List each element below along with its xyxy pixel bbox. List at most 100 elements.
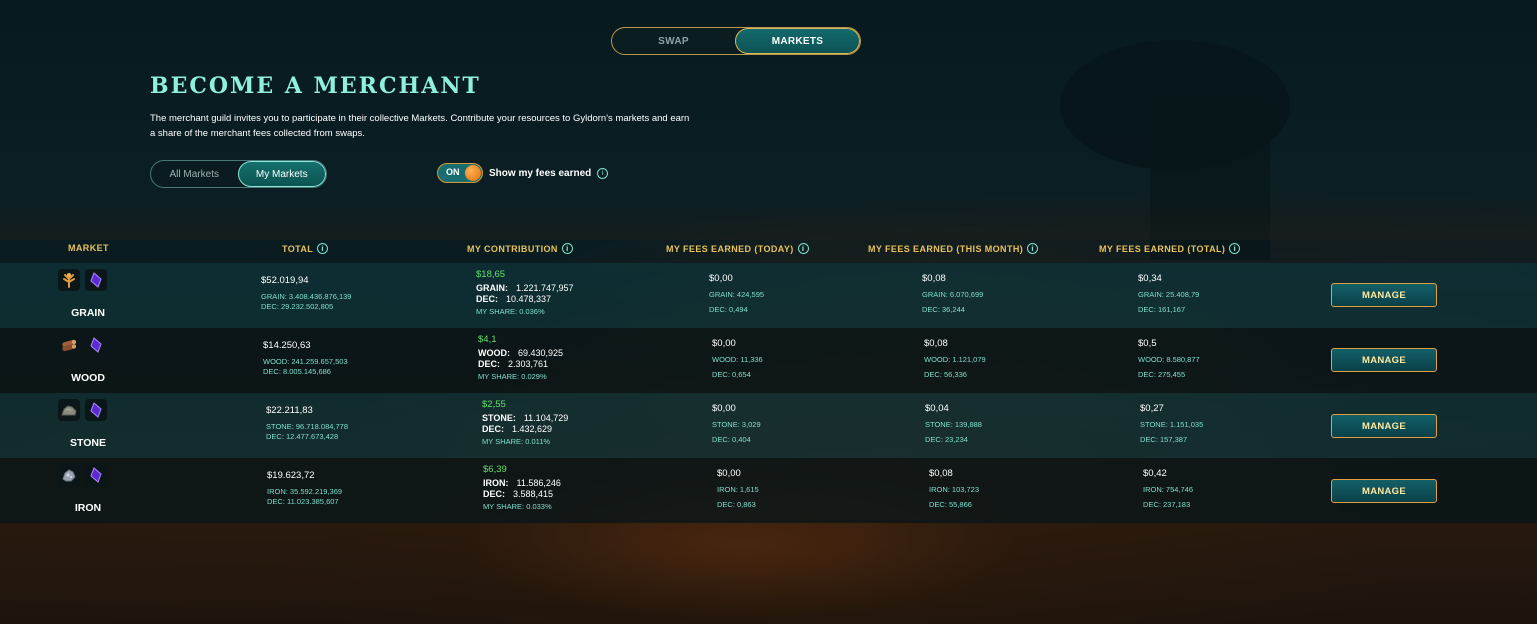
market-name: WOOD (71, 372, 105, 384)
fees-today-dec: DEC: 0,863 (717, 500, 756, 509)
manage-button[interactable]: MANAGE (1331, 283, 1437, 307)
info-icon[interactable]: i (797, 243, 809, 254)
contribution-usd: $18,65 (476, 269, 506, 280)
fees-total-cell: $0,34 GRAIN: 25.408,79 DEC: 161,167 (1138, 273, 1199, 315)
tab-swap[interactable]: SWAP (612, 28, 735, 54)
my-share: MY SHARE: 0.033% (483, 502, 552, 511)
table-header: MARKET TOTAL i MY CONTRIBUTION i MY FEES E… (0, 240, 1537, 258)
fees-today-dec: DEC: 0,654 (712, 370, 751, 379)
contribution-cell: $18,65 GRAIN: 1.221.747,957 DEC: 10.478,33… (476, 269, 574, 317)
contribution-cell: $6,39 IRON: 11.586,246 DEC: 3.588,415 MY S… (483, 464, 561, 512)
market-row-wood: WOOD $14.250,63 WOOD: 241.259.657,503 DE… (0, 328, 1537, 393)
total-usd: $19.623,72 (267, 470, 315, 481)
fees-month-cell: $0,08 WOOD: 1.121,079 DEC: 56,336 (924, 338, 986, 380)
manage-button[interactable]: MANAGE (1331, 479, 1437, 503)
total-cell: $22.211,83 STONE: 96.718.084,778 DEC: 12… (266, 405, 348, 442)
contribution-cell: $4,1 WOOD: 69.430,925 DEC: 2.303,761 MY SH… (478, 334, 563, 382)
fees-total-usd: $0,42 (1143, 468, 1167, 479)
market-icons (58, 464, 107, 486)
column-fees-total-label: MY FEES EARNED (TOTAL) (1099, 243, 1226, 254)
fees-today-cell: $0,00 IRON: 1,615 DEC: 0,863 (717, 468, 759, 510)
info-icon[interactable]: i (1229, 243, 1241, 254)
fees-month-cell: $0,08 GRAIN: 6.070,699 DEC: 36,244 (922, 273, 983, 315)
grain-icon (58, 269, 80, 291)
show-fees-toggle[interactable]: ON (437, 163, 483, 183)
contribution-usd: $4,1 (478, 334, 497, 345)
fees-total-cell: $0,27 STONE: 1.151,035 DEC: 157,387 (1140, 403, 1203, 445)
fees-total-resource: GRAIN: 25.408,79 (1138, 290, 1200, 299)
stone-icon (58, 399, 80, 421)
fees-month-cell: $0,04 STONE: 139,888 DEC: 23,234 (925, 403, 982, 445)
column-contribution-label: MY CONTRIBUTION (467, 243, 558, 254)
fees-total-cell: $0,42 IRON: 754,746 DEC: 237,183 (1143, 468, 1193, 510)
fees-total-cell: $0,5 WOOD: 8.580,877 DEC: 275,455 (1138, 338, 1200, 380)
info-icon[interactable]: i (561, 243, 573, 254)
fees-total-dec: DEC: 157,387 (1140, 435, 1188, 444)
info-icon[interactable]: i (317, 243, 329, 254)
contribution-dec-value: 2.303,761 (508, 359, 549, 369)
column-fees-month-label: MY FEES EARNED (THIS MONTH) (868, 243, 1024, 254)
fees-total-resource: IRON: 754,746 (1143, 485, 1194, 494)
fees-today-cell: $0,00 WOOD: 11,336 DEC: 0,654 (712, 338, 763, 380)
fees-today-usd: $0,00 (712, 403, 736, 414)
manage-button[interactable]: MANAGE (1331, 414, 1437, 438)
fees-month-resource: STONE: 139,888 (925, 420, 982, 429)
fees-month-usd: $0,08 (929, 468, 953, 479)
column-fees-total: MY FEES EARNED (TOTAL) i (1099, 243, 1241, 254)
contribution-resource-label: IRON: (483, 478, 509, 488)
fees-month-resource: IRON: 103,723 (929, 485, 980, 494)
fees-month-resource: GRAIN: 6.070,699 (922, 290, 984, 299)
contribution-cell: $2,55 STONE: 11.104,729 DEC: 1.432,629 MY … (482, 399, 568, 447)
total-cell: $14.250,63 WOOD: 241.259.657,503 DEC: 8.… (263, 340, 348, 377)
fees-toggle-group: ON Show my fees earned i (437, 163, 609, 183)
fees-total-usd: $0,5 (1138, 338, 1157, 349)
contribution-dec-label: DEC: (482, 424, 504, 434)
fees-month-dec: DEC: 56,336 (924, 370, 967, 379)
contribution-dec: DEC: 10.478,337 (476, 294, 574, 305)
fees-month-usd: $0,08 (924, 338, 948, 349)
contribution-usd: $2,55 (482, 399, 506, 410)
my-share: MY SHARE: 0.011% (482, 437, 551, 446)
my-share: MY SHARE: 0.029% (478, 372, 547, 381)
info-icon[interactable]: i (597, 167, 609, 179)
fees-today-resource: STONE: 3,029 (712, 420, 761, 429)
fees-total-dec: DEC: 275,455 (1138, 370, 1186, 379)
contribution-dec-value: 1.432,629 (512, 424, 553, 434)
total-dec: DEC: 29.232.502,805 (261, 302, 334, 311)
contribution-dec-label: DEC: (483, 489, 505, 499)
market-icons (58, 399, 107, 421)
fees-today-cell: $0,00 STONE: 3,029 DEC: 0,404 (712, 403, 761, 445)
fees-month-dec: DEC: 23,234 (925, 435, 968, 444)
tab-my-markets[interactable]: My Markets (237, 161, 326, 187)
tab-markets[interactable]: MARKETS (735, 28, 860, 54)
fees-month-dec: DEC: 55,866 (929, 500, 972, 509)
market-name: IRON (74, 502, 102, 514)
wood-icon (58, 334, 80, 356)
fees-today-dec: DEC: 0,404 (712, 435, 751, 444)
fees-month-resource: WOOD: 1.121,079 (924, 355, 986, 364)
dec-crystal-icon (85, 399, 107, 421)
total-dec: DEC: 11.023.385,607 (267, 497, 339, 506)
market-row-iron: IRON $19.623,72 IRON: 35.592.219,369 DEC… (0, 458, 1537, 523)
contribution-resource-value: 1.221.747,957 (516, 283, 574, 293)
fees-month-cell: $0,08 IRON: 103,723 DEC: 55,866 (929, 468, 979, 510)
total-resource: GRAIN: 3.408.436.876,139 (261, 292, 352, 301)
fees-today-cell: $0,00 GRAIN: 424,595 DEC: 0,494 (709, 273, 764, 315)
main-tabs: SWAP MARKETS (611, 27, 861, 55)
total-dec: DEC: 8.005.145,686 (263, 367, 331, 376)
info-icon[interactable]: i (1027, 243, 1039, 254)
total-cell: $19.623,72 IRON: 35.592.219,369 DEC: 11.… (267, 470, 342, 507)
contribution-resource-value: 11.104,729 (523, 413, 569, 423)
fees-today-resource: IRON: 1,615 (717, 485, 759, 494)
tab-all-markets[interactable]: All Markets (151, 161, 238, 187)
contribution-dec-label: DEC: (478, 359, 500, 369)
manage-button[interactable]: MANAGE (1331, 348, 1437, 372)
column-contribution: MY CONTRIBUTION i (467, 243, 573, 254)
fees-total-dec: DEC: 237,183 (1143, 500, 1191, 509)
fees-total-resource: WOOD: 8.580,877 (1138, 355, 1200, 364)
fees-total-dec: DEC: 161,167 (1138, 305, 1186, 314)
fees-today-resource: GRAIN: 424,595 (709, 290, 765, 299)
column-market-label: MARKET (68, 243, 109, 253)
background-rooftops (0, 195, 1537, 240)
column-market: MARKET (68, 243, 109, 253)
